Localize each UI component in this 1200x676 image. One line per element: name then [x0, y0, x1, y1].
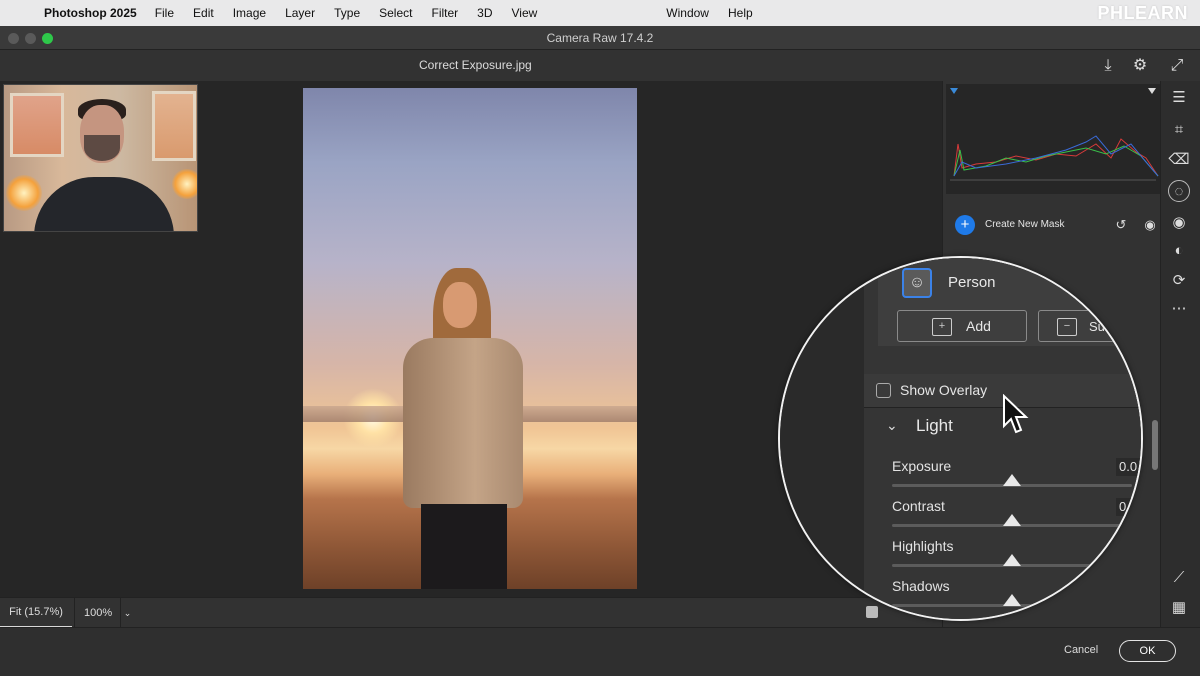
highlights-value[interactable]: [1116, 538, 1140, 556]
exposure-label: Exposure: [892, 458, 952, 474]
menu-app-name[interactable]: Photoshop 2025: [44, 6, 137, 20]
menu-help[interactable]: Help: [728, 6, 753, 20]
file-name: Correct Exposure.jpg: [419, 58, 532, 72]
menu-3d[interactable]: 3D: [477, 6, 492, 20]
cancel-button[interactable]: Cancel: [1060, 642, 1102, 658]
add-label: Add: [966, 318, 991, 334]
highlights-slider-thumb[interactable]: [1003, 554, 1021, 566]
eyedropper-icon[interactable]: ⟋: [1168, 567, 1190, 589]
mac-menubar: Photoshop 2025 File Edit Image Layer Typ…: [0, 0, 1200, 26]
undo-icon[interactable]: ↺: [1111, 215, 1131, 235]
fullscreen-icon[interactable]: ⤢: [1167, 56, 1187, 76]
window-titlebar: Camera Raw 17.4.2: [0, 26, 1200, 50]
ok-button[interactable]: OK: [1119, 640, 1176, 662]
photo-preview[interactable]: [303, 88, 637, 589]
shadows-slider-thumb[interactable]: [1003, 594, 1021, 606]
document-toolbar: Correct Exposure.jpg: [0, 50, 1200, 81]
zoom-level-field[interactable]: 100% ⌄: [74, 598, 134, 628]
shadows-value[interactable]: [1116, 578, 1140, 596]
menu-layer[interactable]: Layer: [285, 6, 315, 20]
eye-icon[interactable]: ◉: [1140, 215, 1160, 235]
person-label: Person: [948, 274, 996, 291]
shadows-label: Shadows: [892, 578, 950, 594]
window-controls: [8, 33, 53, 44]
redeye-icon[interactable]: ◉: [1168, 212, 1190, 234]
fit-zoom-button[interactable]: Fit (15.7%): [0, 598, 72, 628]
add-mask-icon: +: [932, 318, 952, 336]
light-section-label[interactable]: Light: [916, 416, 953, 436]
grid-icon[interactable]: ▦: [1168, 597, 1190, 619]
contrast-label: Contrast: [892, 498, 945, 514]
presenter-webcam: [3, 84, 198, 232]
zoom-window-button[interactable]: [42, 33, 53, 44]
exposure-value[interactable]: 0.0: [1116, 458, 1140, 476]
panel-scrollbar[interactable]: [1152, 420, 1158, 470]
menu-select[interactable]: Select: [379, 6, 412, 20]
window-title: Camera Raw 17.4.2: [546, 30, 654, 45]
show-overlay-checkbox[interactable]: [876, 383, 891, 398]
menu-file[interactable]: File: [155, 6, 174, 20]
exposure-slider-thumb[interactable]: [1003, 474, 1021, 486]
save-icon[interactable]: ⤓: [1098, 56, 1118, 76]
create-new-mask-label[interactable]: Create New Mask: [985, 219, 1064, 230]
subtract-mask-button[interactable]: − Subtract: [1038, 310, 1137, 342]
subtract-mask-icon: −: [1057, 318, 1077, 336]
dialog-footer: [0, 627, 1200, 676]
contrast-value[interactable]: 0: [1116, 498, 1140, 516]
mask-icon[interactable]: ◌: [1168, 180, 1190, 202]
chevron-down-icon[interactable]: ⌄: [120, 598, 134, 628]
show-overlay-label[interactable]: Show Overlay: [900, 382, 987, 398]
highlights-label: Highlights: [892, 538, 954, 554]
menu-filter[interactable]: Filter: [431, 6, 458, 20]
add-mask-button[interactable]: + Add: [897, 310, 1027, 342]
presets-icon[interactable]: ◐: [1168, 240, 1190, 262]
menu-window[interactable]: Window: [666, 6, 709, 20]
subtract-label: Subtract: [1089, 318, 1138, 334]
chevron-down-icon[interactable]: ⌄: [886, 417, 898, 434]
close-window-button[interactable]: [8, 33, 19, 44]
more-icon[interactable]: ⋯: [1168, 298, 1190, 320]
mouse-cursor-icon: [1003, 394, 1029, 434]
gear-icon[interactable]: ⚙: [1130, 56, 1150, 76]
menu-type[interactable]: Type: [334, 6, 360, 20]
sliders-icon[interactable]: ☰: [1168, 87, 1190, 109]
menu-view[interactable]: View: [512, 6, 538, 20]
crop-icon[interactable]: ⌗: [1168, 119, 1190, 141]
minimize-window-button[interactable]: [25, 33, 36, 44]
zoom-level-value: 100%: [84, 607, 113, 619]
refresh-icon[interactable]: ⟳: [1168, 270, 1190, 292]
contrast-slider-thumb[interactable]: [1003, 514, 1021, 526]
histogram: [946, 84, 1160, 194]
menu-image[interactable]: Image: [233, 6, 266, 20]
menu-edit[interactable]: Edit: [193, 6, 214, 20]
highlight-clip-icon: [1148, 88, 1156, 94]
eraser-icon[interactable]: ⌫: [1168, 149, 1190, 171]
phlearn-watermark: PHLEARN: [1097, 3, 1188, 23]
person-mask-icon[interactable]: ☺: [902, 268, 932, 298]
create-mask-button[interactable]: +: [955, 215, 975, 235]
magnifier-loupe: ☺ Person + Add − Subtract ••• Show Overl…: [778, 256, 1143, 621]
shadow-clip-icon: [950, 88, 958, 94]
